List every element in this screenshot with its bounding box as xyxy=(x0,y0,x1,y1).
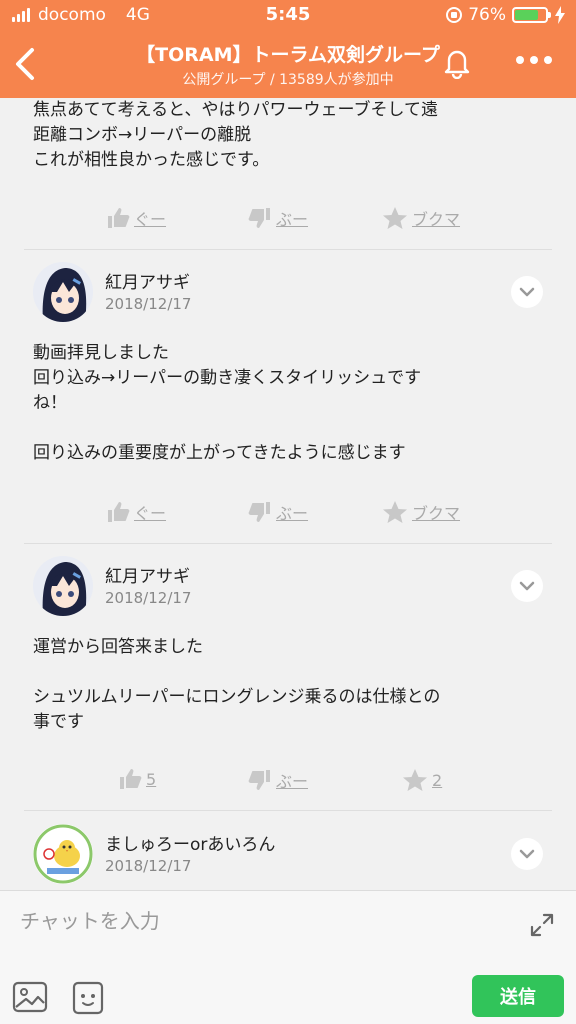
back-arrow-icon[interactable] xyxy=(10,44,40,84)
avatar-image xyxy=(33,262,93,322)
bookmark-count: 2 xyxy=(432,770,443,790)
like-button[interactable]: ぐー xyxy=(106,500,166,524)
divider xyxy=(24,810,552,811)
dislike-button[interactable]: ぶー xyxy=(248,768,308,792)
expand-icon[interactable] xyxy=(528,911,556,939)
chevron-down-icon xyxy=(519,849,535,859)
bookmark-button[interactable]: ブクマ xyxy=(382,500,460,524)
avatar[interactable] xyxy=(33,556,93,616)
star-icon xyxy=(383,501,407,523)
battery-percent: 76% xyxy=(468,5,506,25)
comment-header: 紅月アサギ 2018/12/17 xyxy=(33,262,543,332)
dislike-label: ぶー xyxy=(276,210,309,229)
charging-icon xyxy=(555,6,565,24)
thumbs-up-icon xyxy=(120,769,142,789)
status-bar: docomo 4G 5:45 76% xyxy=(0,0,576,30)
comment-menu-button[interactable] xyxy=(511,570,543,602)
comment-header: ましゅろーorあいろん 2018/12/17 xyxy=(33,824,543,890)
comment-author[interactable]: ましゅろーorあいろん xyxy=(105,830,275,855)
thumbs-up-icon xyxy=(108,208,130,228)
like-label: ぐー xyxy=(134,504,167,523)
avatar-image xyxy=(33,824,93,884)
chat-composer: チャットを入力 送信 xyxy=(0,890,576,1024)
avatar[interactable] xyxy=(33,824,93,884)
comment-date: 2018/12/17 xyxy=(105,589,192,607)
comment-body: 運営から回答来ました シュツルムリーパーにロングレンジ乗るのは仕様との 事です xyxy=(33,637,441,732)
dislike-label: ぶー xyxy=(276,772,309,791)
thread: 焦点あてて考えると、やはりパワーウェーブそして遠 距離コンボ→リーパーの離脱 こ… xyxy=(0,98,576,890)
group-subtitle: 公開グループ / 13589人が参加中 xyxy=(182,72,394,88)
like-button[interactable]: 5 xyxy=(118,768,156,790)
group-title: 【TORAM】トーラム双剣グループ xyxy=(136,44,440,66)
battery-icon xyxy=(512,7,551,23)
comment-date: 2018/12/17 xyxy=(105,857,192,875)
app-header: docomo 4G 5:45 76% 【TORAM】トーラム双剣グループ 公開グ… xyxy=(0,0,576,98)
comment-menu-button[interactable] xyxy=(511,276,543,308)
thumbs-down-icon xyxy=(248,502,270,522)
rotation-lock-icon xyxy=(446,7,463,23)
bookmark-label: ブクマ xyxy=(412,504,461,523)
bookmark-button[interactable]: ブクマ xyxy=(382,206,460,230)
more-menu-icon[interactable] xyxy=(516,54,552,66)
avatar-image xyxy=(33,556,93,616)
comment-author[interactable]: 紅月アサギ xyxy=(105,268,190,293)
divider xyxy=(24,249,552,250)
post-body: 焦点あてて考えると、やはりパワーウェーブそして遠 距離コンボ→リーパーの離脱 こ… xyxy=(33,100,438,170)
bell-icon[interactable] xyxy=(440,45,474,79)
sticker-icon[interactable] xyxy=(70,981,106,1015)
like-label: ぐー xyxy=(134,210,167,229)
avatar[interactable] xyxy=(33,262,93,322)
dislike-button[interactable]: ぶー xyxy=(248,500,308,524)
dislike-label: ぶー xyxy=(276,504,309,523)
divider xyxy=(24,543,552,544)
star-icon xyxy=(403,769,427,791)
comment-author[interactable]: 紅月アサギ xyxy=(105,562,190,587)
bookmark-button[interactable]: 2 xyxy=(402,768,442,792)
image-icon[interactable] xyxy=(12,981,48,1013)
bookmark-label: ブクマ xyxy=(412,210,461,229)
like-button[interactable]: ぐー xyxy=(106,206,166,230)
comment-body: 動画拝見しました 回り込み→リーパーの動き凄くスタイリッシュです ね！ 回り込み… xyxy=(33,343,422,463)
chevron-down-icon xyxy=(519,581,535,591)
star-icon xyxy=(383,207,407,229)
comment-header: 紅月アサギ 2018/12/17 xyxy=(33,556,543,626)
thumbs-up-icon xyxy=(108,502,130,522)
chat-input[interactable]: チャットを入力 xyxy=(20,905,160,934)
like-count: 5 xyxy=(146,769,157,789)
send-button[interactable]: 送信 xyxy=(472,975,564,1017)
title-block: 【TORAM】トーラム双剣グループ 公開グループ / 13589人が参加中 xyxy=(80,40,496,89)
comment-date: 2018/12/17 xyxy=(105,295,192,313)
thumbs-down-icon xyxy=(248,208,270,228)
dislike-button[interactable]: ぶー xyxy=(248,206,308,230)
chevron-down-icon xyxy=(519,287,535,297)
comment-menu-button[interactable] xyxy=(511,838,543,870)
thumbs-down-icon xyxy=(248,770,270,790)
nav-bar: 【TORAM】トーラム双剣グループ 公開グループ / 13589人が参加中 xyxy=(0,36,576,94)
